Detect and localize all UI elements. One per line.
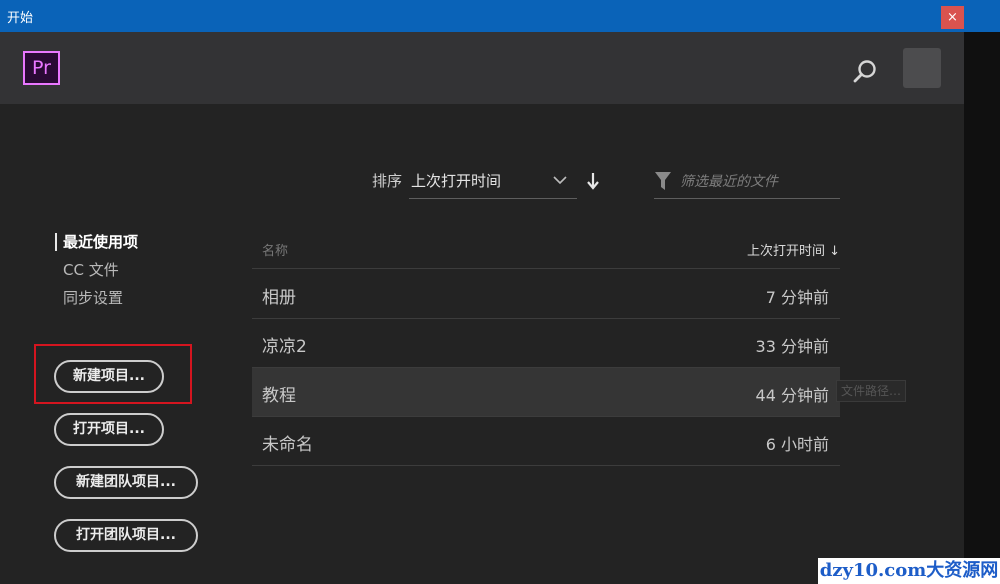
row-time: 33 分钟前 <box>755 337 829 356</box>
sort-value: 上次打开时间 <box>411 172 502 190</box>
title-bar: 开始 × <box>0 0 1000 32</box>
filter-box <box>654 168 840 199</box>
row-time: 44 分钟前 <box>755 386 829 405</box>
row-time: 6 小时前 <box>765 435 829 454</box>
row-time: 7 分钟前 <box>765 288 829 307</box>
window-edge <box>964 32 1000 584</box>
open-project-button[interactable]: 打开项目... <box>54 413 164 446</box>
column-name[interactable]: 名称 <box>262 240 288 259</box>
close-icon: × <box>947 10 958 25</box>
file-path-tooltip: 文件路径… <box>836 380 907 402</box>
close-button[interactable]: × <box>941 6 964 29</box>
sort-dropdown[interactable]: 上次打开时间 <box>409 168 577 199</box>
sidebar-item-recent[interactable]: 最近使用项 <box>55 232 138 260</box>
table-row[interactable]: 凉凉2 33 分钟前 <box>252 319 840 368</box>
table-row[interactable]: 教程 44 分钟前 <box>252 368 840 417</box>
filter-icon <box>655 172 671 190</box>
sort-label: 排序 <box>372 172 403 190</box>
search-icon[interactable] <box>852 58 878 84</box>
filter-input[interactable] <box>680 170 838 194</box>
new-team-project-button[interactable]: 新建团队项目... <box>54 466 198 499</box>
row-name: 教程 <box>262 386 296 406</box>
chevron-down-icon <box>553 176 567 185</box>
arrow-down-icon[interactable] <box>586 172 600 190</box>
table-row[interactable]: 未命名 6 小时前 <box>252 417 840 466</box>
window-title: 开始 <box>7 11 34 26</box>
row-name: 未命名 <box>262 435 313 455</box>
avatar[interactable] <box>903 48 941 88</box>
table-row[interactable]: 相册 7 分钟前 <box>252 270 840 319</box>
premiere-logo: Pr <box>23 51 60 85</box>
app-header: Pr <box>0 32 964 104</box>
column-last-opened[interactable]: 上次打开时间 ↓ <box>747 240 840 259</box>
row-name: 相册 <box>262 288 296 308</box>
table-header: 名称 上次打开时间 ↓ <box>252 230 840 269</box>
sidebar-nav: 最近使用项 CC 文件 同步设置 <box>55 232 138 316</box>
sidebar-item-sync-settings[interactable]: 同步设置 <box>55 288 138 316</box>
new-project-button[interactable]: 新建项目... <box>54 360 164 393</box>
watermark: dzy10.com大资源网 <box>818 558 1000 584</box>
row-name: 凉凉2 <box>262 337 307 357</box>
sidebar-item-cc-files[interactable]: CC 文件 <box>55 260 138 288</box>
open-team-project-button[interactable]: 打开团队项目... <box>54 519 198 552</box>
